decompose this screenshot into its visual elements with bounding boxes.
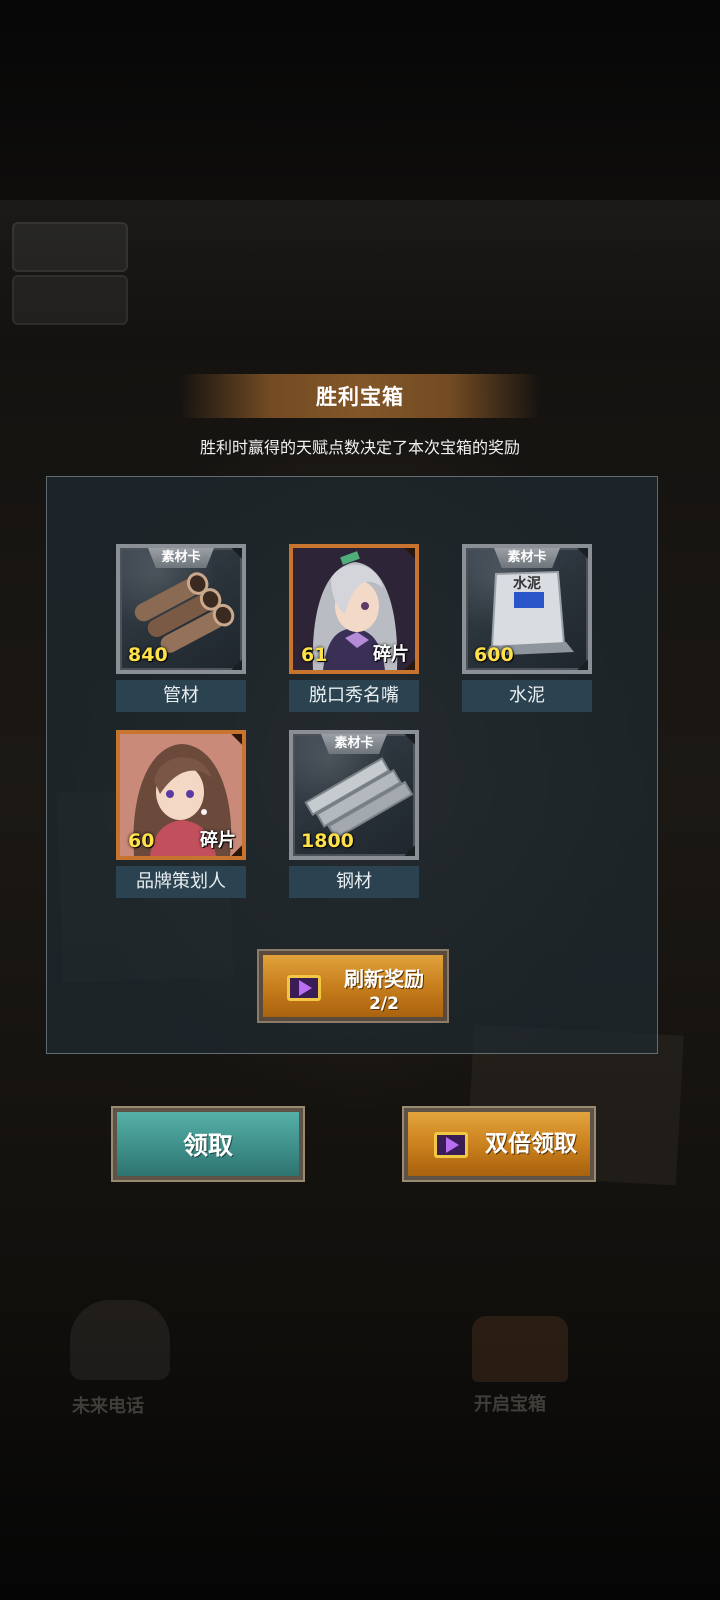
screen: 未来电话 开启宝箱 胜利宝箱 胜利时赢得的天赋点数决定了本次宝箱的奖励 素材卡 bbox=[0, 0, 720, 1600]
modal-subtitle: 胜利时赢得的天赋点数决定了本次宝箱的奖励 bbox=[199, 438, 520, 457]
background-label-chest: 开启宝箱 bbox=[474, 1394, 546, 1415]
reward-name: 品牌策划人 bbox=[116, 866, 246, 898]
background-cassette bbox=[12, 275, 128, 325]
reward-quantity: 60 bbox=[128, 830, 155, 852]
reward-item-cement[interactable]: 水泥 素材卡 600 水泥 bbox=[462, 544, 592, 712]
fragment-label: 碎片 bbox=[373, 644, 409, 665]
reward-name: 脱口秀名嘴 bbox=[289, 680, 419, 712]
reward-name: 管材 bbox=[116, 680, 246, 712]
reward-quantity: 840 bbox=[128, 644, 168, 666]
reward-quantity: 600 bbox=[474, 644, 514, 666]
cement-bag-text: 水泥 bbox=[513, 575, 541, 592]
material-card-tag: 素材卡 bbox=[321, 734, 387, 754]
character-card: 60 碎片 bbox=[116, 730, 246, 860]
reward-item-pipes[interactable]: 素材卡 840 管材 bbox=[116, 544, 246, 712]
background-chest-icon bbox=[472, 1316, 568, 1382]
reward-item-character-fragment[interactable]: 61 碎片 脱口秀名嘴 bbox=[289, 544, 419, 712]
refresh-count: 2/2 bbox=[369, 994, 399, 1014]
refresh-rewards-button[interactable]: 刷新奖励 2/2 bbox=[257, 949, 449, 1023]
background-phone-icon bbox=[70, 1300, 170, 1380]
reward-item-character-fragment[interactable]: 60 碎片 品牌策划人 bbox=[116, 730, 246, 898]
fragment-label: 碎片 bbox=[200, 830, 236, 851]
reward-quantity: 61 bbox=[301, 644, 328, 666]
reward-item-steel[interactable]: 素材卡 1800 钢材 bbox=[289, 730, 419, 898]
material-card: 素材卡 840 bbox=[116, 544, 246, 674]
claim-button[interactable]: 领取 bbox=[111, 1106, 305, 1182]
material-card-tag: 素材卡 bbox=[494, 548, 560, 568]
reward-name: 水泥 bbox=[462, 680, 592, 712]
modal-title: 胜利宝箱 bbox=[316, 385, 404, 409]
double-claim-button[interactable]: 双倍领取 bbox=[402, 1106, 596, 1182]
video-play-icon bbox=[287, 975, 321, 1001]
modal-title-bar: 胜利宝箱 bbox=[180, 374, 540, 418]
video-play-icon bbox=[434, 1132, 468, 1158]
material-card: 素材卡 1800 bbox=[289, 730, 419, 860]
material-card-tag: 素材卡 bbox=[148, 548, 214, 568]
material-card: 水泥 素材卡 600 bbox=[462, 544, 592, 674]
reward-name: 钢材 bbox=[289, 866, 419, 898]
background-label-phone: 未来电话 bbox=[72, 1396, 144, 1417]
double-claim-label: 双倍领取 bbox=[485, 1131, 577, 1157]
background-cassette bbox=[12, 222, 128, 272]
refresh-rewards-label: 刷新奖励 bbox=[344, 967, 424, 991]
reward-quantity: 1800 bbox=[301, 830, 354, 852]
character-card: 61 碎片 bbox=[289, 544, 419, 674]
